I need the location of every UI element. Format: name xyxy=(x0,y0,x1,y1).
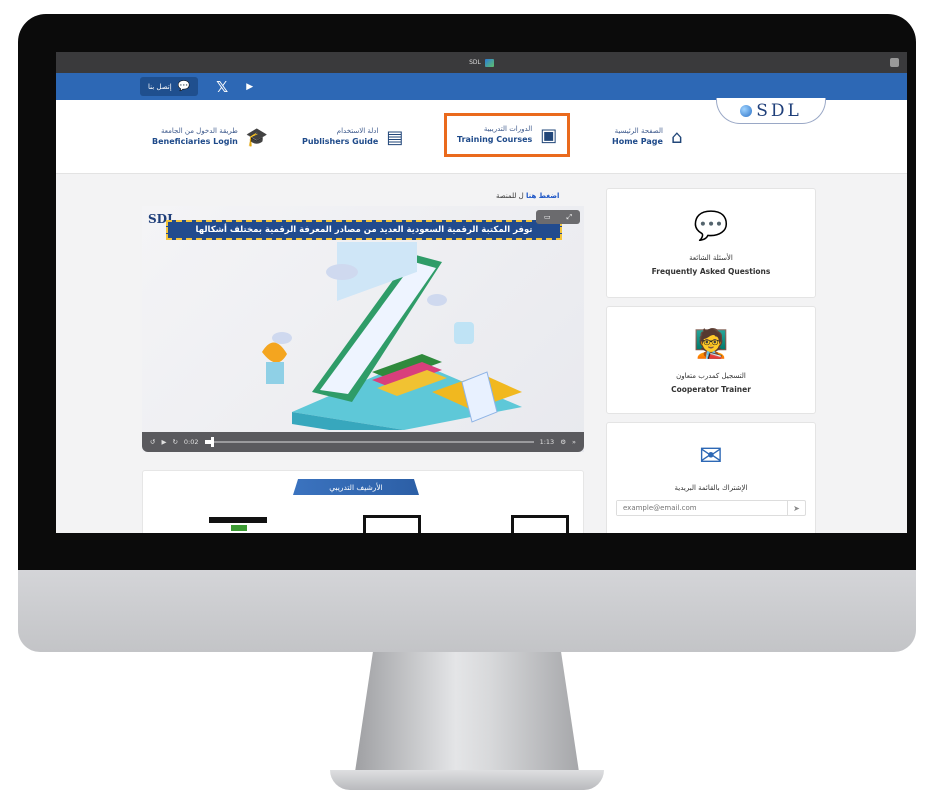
archive-thumbnail[interactable] xyxy=(511,515,569,533)
monitor-stand xyxy=(355,652,579,772)
presentation-board-icon: ▣ xyxy=(540,124,558,146)
training-label-en: Training Courses xyxy=(457,135,533,145)
forward-icon[interactable]: ↻ xyxy=(172,438,177,446)
window-menu-button[interactable] xyxy=(890,58,899,67)
faq-label-ar: الأسئلة الشائعة xyxy=(689,254,733,262)
graduation-cap-icon: 🎓 xyxy=(245,126,269,148)
fullscreen-icon[interactable]: ⤢ xyxy=(566,213,572,222)
training-archive-section: الأرشيف التدريبي xyxy=(142,470,584,533)
main-menu: SDL الصفحة الرئيسية Home Page ⌂ الدورات … xyxy=(56,98,907,174)
video-corner-controls[interactable]: ▭ ⤢ xyxy=(536,210,580,224)
speech-bubbles-icon: 💬 xyxy=(693,209,729,242)
current-time: 0:02 xyxy=(183,438,199,446)
publishers-label-en: Publishers Guide xyxy=(302,137,379,147)
youtube-icon[interactable]: ▶ xyxy=(246,82,253,92)
replay-icon[interactable]: ↺ xyxy=(150,438,155,446)
guide-book-icon: ▤ xyxy=(386,126,404,148)
logo-text: SDL xyxy=(756,100,802,121)
send-icon[interactable]: ➤ xyxy=(787,501,805,515)
monitor-chin xyxy=(18,570,916,652)
pip-icon[interactable]: ▭ xyxy=(544,213,551,221)
faq-label-en: Frequently Asked Questions xyxy=(651,267,771,276)
video-banner: توفر المكتبة الرقمية السعودية العديد من … xyxy=(166,220,562,240)
monitor-foot xyxy=(330,770,604,790)
beneficiaries-label-en: Beneficiaries Login xyxy=(152,137,238,147)
newsletter-label-ar: الإشتراك بالقائمة البريدية xyxy=(674,484,748,492)
skip-icon[interactable]: » xyxy=(572,438,576,446)
seek-bar[interactable] xyxy=(204,437,534,447)
sdl-logo[interactable]: SDL xyxy=(716,98,826,124)
home-label-ar: الصفحة الرئيسية xyxy=(614,127,663,136)
window-title: SDL xyxy=(469,59,481,66)
menu-item-beneficiaries-login[interactable]: طريقة الدخول من الجامعة Beneficiaries Lo… xyxy=(152,117,268,157)
platform-link[interactable]: اضغط هنا xyxy=(526,192,559,200)
newsletter-form: ➤ xyxy=(616,500,806,516)
menu-item-publishers-guide[interactable]: ادلة الاستخدام Publishers Guide ▤ xyxy=(302,117,403,157)
archive-thumbnail[interactable] xyxy=(363,515,421,533)
envelope-icon: ✉ xyxy=(699,439,723,472)
seek-handle[interactable] xyxy=(211,437,215,447)
settings-icon[interactable]: ⚙ xyxy=(560,438,566,446)
favicon-icon xyxy=(484,58,494,67)
contact-us-button[interactable]: إتصل بنا 💬 xyxy=(140,77,199,96)
faq-card[interactable]: 💬 الأسئلة الشائعة Frequently Asked Quest… xyxy=(606,188,816,298)
x-twitter-icon[interactable]: 𝕏 xyxy=(216,78,228,96)
archive-thumbnail[interactable] xyxy=(209,517,267,523)
platform-link-prefix: ل للمنصة xyxy=(496,192,524,200)
presenter-icon: 🧑‍🏫 xyxy=(693,327,729,360)
trainer-label-ar: التسجيل كمدرب متعاون xyxy=(676,372,746,380)
seek-progress xyxy=(204,440,212,444)
imac-mockup: SDL إتصل بنا 💬 𝕏 ▶ SDL الصفحة الرئيسية H… xyxy=(0,0,934,804)
menu-item-home[interactable]: الصفحة الرئيسية Home Page ⌂ xyxy=(612,117,682,157)
cooperator-trainer-card[interactable]: 🧑‍🏫 التسجيل كمدرب متعاون Cooperator Trai… xyxy=(606,306,816,414)
menu-item-training-courses[interactable]: الدورات التدريبية Training Courses ▣ xyxy=(444,113,571,157)
training-label-ar: الدورات التدريبية xyxy=(483,125,533,134)
archive-thumbnail-badge xyxy=(231,525,247,531)
video-controls: ↺ ▶ ↻ 0:02 1:13 ⚙ » xyxy=(142,432,584,452)
play-icon[interactable]: ▶ xyxy=(161,438,166,446)
total-time: 1:13 xyxy=(539,438,555,446)
newsletter-card: ✉ الإشتراك بالقائمة البريدية ➤ xyxy=(606,422,816,533)
top-social-bar: إتصل بنا 💬 𝕏 ▶ xyxy=(56,73,907,100)
globe-logo-icon xyxy=(740,104,753,117)
chat-icon: 💬 xyxy=(177,81,191,92)
publishers-label-ar: ادلة الاستخدام xyxy=(336,127,379,136)
contact-label: إتصل بنا xyxy=(148,82,172,91)
screen: SDL إتصل بنا 💬 𝕏 ▶ SDL الصفحة الرئيسية H… xyxy=(56,52,907,533)
platform-link-line: اضغط هنا ل للمنصة xyxy=(496,192,559,200)
trainer-label-en: Cooperator Trainer xyxy=(671,385,751,394)
email-input[interactable] xyxy=(617,501,787,515)
beneficiaries-label-ar: طريقة الدخول من الجامعة xyxy=(161,127,238,136)
browser-titlebar: SDL xyxy=(56,52,907,73)
video-player[interactable]: SDL توفر المكتبة الرقمية السعودية العديد… xyxy=(142,206,584,452)
home-label-en: Home Page xyxy=(612,137,663,147)
home-icon: ⌂ xyxy=(670,126,683,148)
archive-title: الأرشيف التدريبي xyxy=(293,479,419,495)
isometric-books-illustration xyxy=(262,242,522,430)
